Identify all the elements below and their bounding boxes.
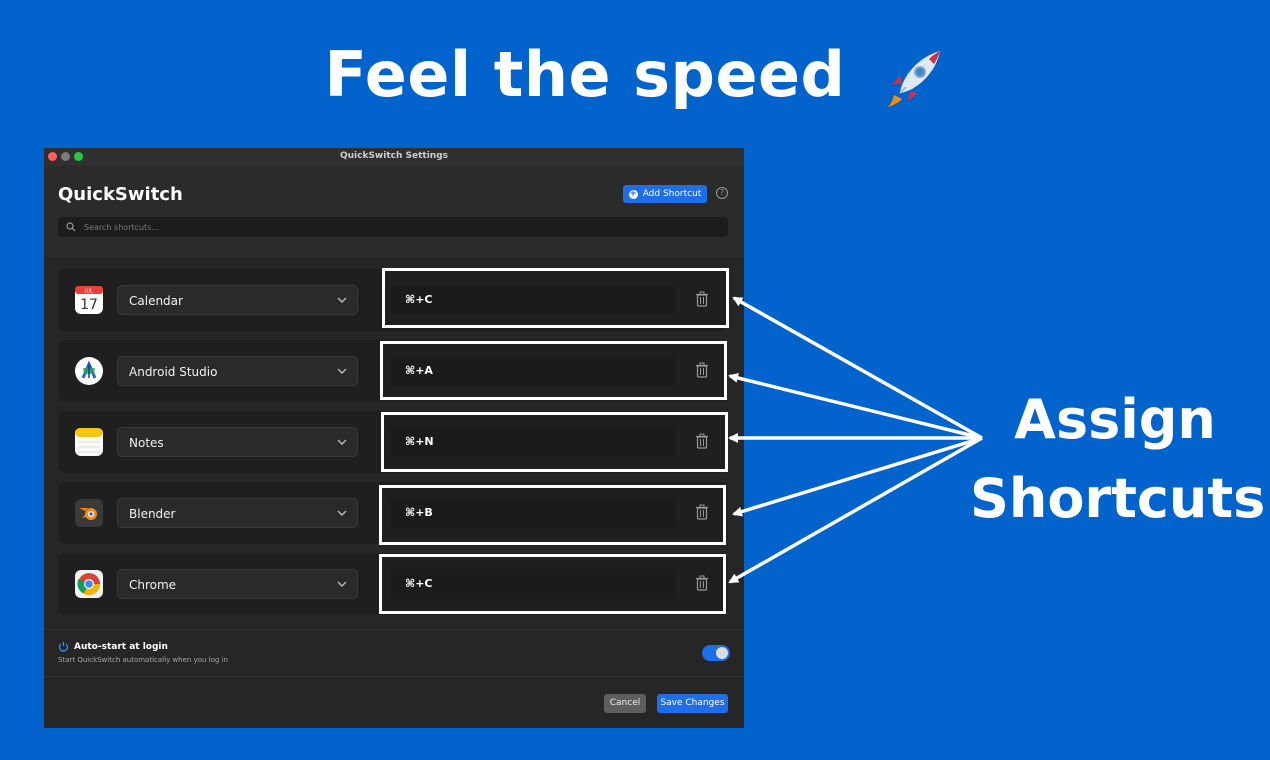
app-select-label: Calendar (129, 294, 183, 308)
settings-window: QuickSwitch Settings QuickSwitch + Add S… (44, 148, 744, 728)
shortcut-key-value: ⌘+C (405, 293, 433, 306)
chevron-down-icon (337, 581, 347, 587)
arrow-line (728, 373, 983, 440)
help-icon[interactable]: ? (716, 187, 728, 199)
shortcut-key-value: ⌘+A (405, 364, 433, 377)
save-changes-button[interactable]: Save Changes (657, 694, 728, 713)
divider (44, 629, 744, 630)
shortcut-key-field[interactable]: ⌘+B (391, 498, 676, 528)
arrow-line (732, 296, 983, 440)
shortcut-key-value: ⌘+N (405, 435, 434, 448)
cancel-button[interactable]: Cancel (604, 694, 646, 713)
search-input[interactable] (82, 221, 728, 233)
arrow-line (732, 436, 983, 517)
app-select-calendar[interactable]: Calendar (117, 285, 358, 315)
shortcut-row: Android Studio ⌘+A (58, 340, 728, 402)
shortcut-key-field[interactable]: ⌘+A (391, 356, 676, 386)
shortcut-key-field[interactable]: ⌘+C (391, 285, 676, 315)
plus-icon: + (628, 188, 638, 199)
chevron-down-icon (337, 439, 347, 445)
search-bar (58, 217, 728, 237)
window-title: QuickSwitch Settings (339, 151, 448, 161)
calendar-month: JUL (84, 289, 93, 295)
shortcut-key-field[interactable]: ⌘+N (391, 427, 676, 457)
shortcut-row: JUL 17 Calendar ⌘+C (58, 269, 728, 331)
chevron-down-icon (337, 510, 347, 516)
shortcut-key-value: ⌘+C (405, 577, 433, 590)
shortcut-row: Chrome ⌘+C (58, 553, 728, 615)
arrow-line (728, 436, 983, 584)
blender-icon (75, 499, 103, 527)
app-select-label: Android Studio (129, 365, 218, 379)
app-select-notes[interactable]: Notes (117, 427, 358, 457)
app-select-label: Chrome (129, 578, 177, 592)
trash-icon[interactable] (695, 504, 709, 520)
app-select-blender[interactable]: Blender (117, 498, 358, 528)
chevron-down-icon (337, 297, 347, 303)
add-shortcut-button[interactable]: + Add Shortcut (623, 185, 707, 203)
calendar-day: 17 (80, 297, 98, 313)
caption-line-1: Assign (1014, 388, 1216, 451)
trash-icon[interactable] (695, 433, 709, 449)
chevron-down-icon (337, 368, 347, 374)
trash-icon[interactable] (695, 362, 709, 378)
calendar-icon: JUL 17 (75, 286, 103, 314)
shortcut-key-value: ⌘+B (405, 506, 433, 519)
app-select-label: Blender (129, 507, 176, 521)
side-caption: Assign Shortcuts (970, 380, 1266, 538)
autostart-title: Auto-start at login (74, 642, 168, 652)
power-icon (58, 641, 69, 652)
notes-icon (75, 428, 103, 456)
toggle-knob (716, 647, 728, 659)
headline-text: Feel the speed (324, 38, 846, 111)
app-select-android-studio[interactable]: Android Studio (117, 356, 358, 386)
title-bar: QuickSwitch Settings (44, 148, 744, 166)
add-shortcut-label: Add Shortcut (642, 189, 702, 199)
trash-icon[interactable] (695, 291, 709, 307)
settings-header: QuickSwitch + Add Shortcut ? (44, 166, 744, 258)
android-studio-icon (75, 357, 103, 385)
caption-line-2: Shortcuts (970, 467, 1266, 530)
headline: Feel the speed (0, 38, 1270, 111)
autostart-toggle[interactable] (702, 645, 730, 661)
app-name: QuickSwitch (58, 184, 183, 205)
divider (44, 676, 744, 677)
autostart-subtitle: Start QuickSwitch automatically when you… (58, 656, 228, 664)
app-select-chrome[interactable]: Chrome (117, 569, 358, 599)
rocket-icon (887, 50, 940, 107)
chrome-icon (75, 570, 103, 598)
shortcut-row: Notes ⌘+N (58, 411, 728, 473)
search-icon (66, 222, 76, 232)
trash-icon[interactable] (695, 575, 709, 591)
app-select-label: Notes (129, 436, 164, 450)
shortcut-key-field[interactable]: ⌘+C (391, 569, 676, 599)
shortcut-row: Blender ⌘+B (58, 482, 728, 544)
